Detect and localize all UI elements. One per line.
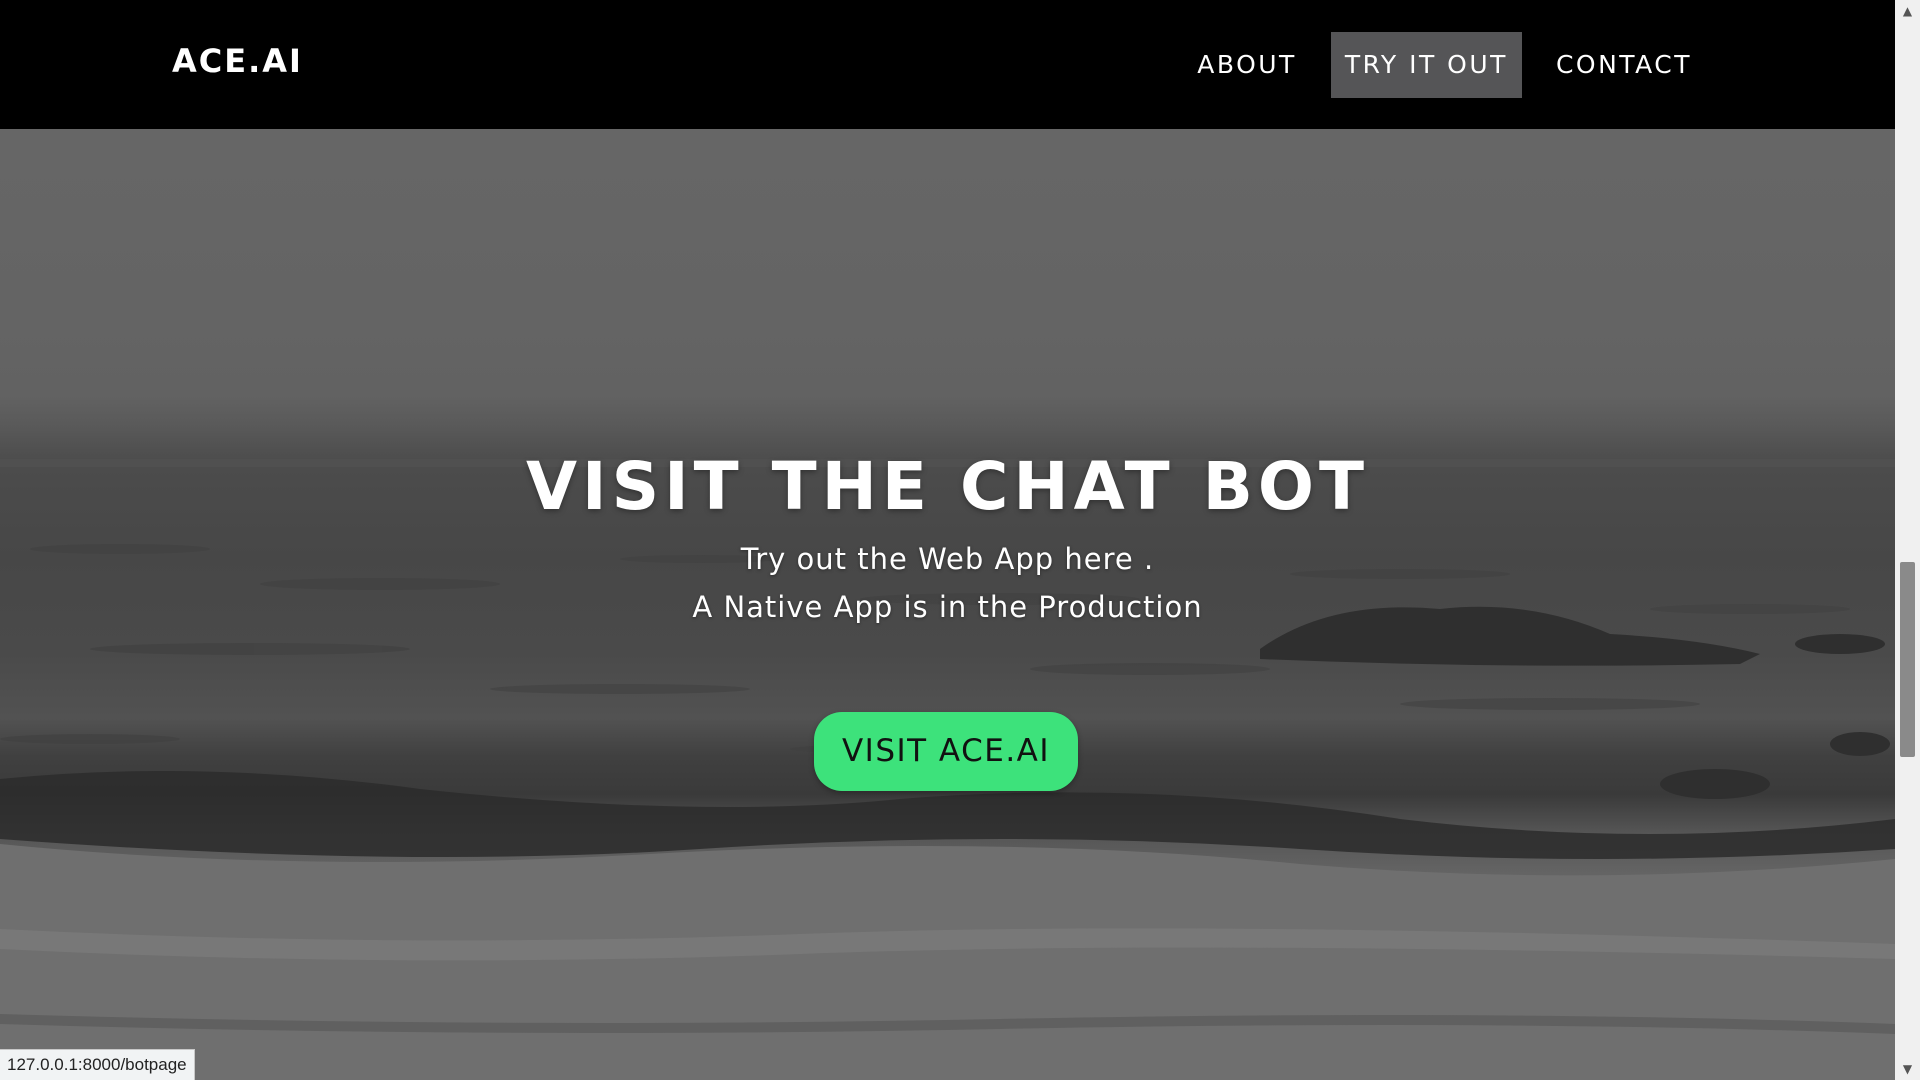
hero-subtitle-line2: A Native App is in the Production xyxy=(692,590,1203,624)
chevron-up-icon[interactable]: ▲ xyxy=(1895,0,1920,22)
nav-link-about[interactable]: ABOUT xyxy=(1183,32,1311,98)
hero-title: VISIT THE CHAT BOT xyxy=(525,448,1370,526)
status-bar-url: 127.0.0.1:8000/botpage xyxy=(0,1049,195,1080)
vertical-scrollbar[interactable]: ▲ ▼ xyxy=(1895,0,1920,1080)
page: ACE.AI ABOUT TRY IT OUT CONTACT VISIT TH… xyxy=(0,0,1920,1080)
nav-link-try-it-out[interactable]: TRY IT OUT xyxy=(1330,32,1522,98)
visit-ace-ai-button[interactable]: VISIT ACE.AI xyxy=(814,712,1078,791)
brand-logo[interactable]: ACE.AI xyxy=(172,42,303,80)
hero-subtitle-line1: Try out the Web App here . xyxy=(740,542,1155,576)
nav-link-contact[interactable]: CONTACT xyxy=(1542,32,1706,98)
scroll-thumb[interactable] xyxy=(1900,562,1915,757)
nav-links: ABOUT TRY IT OUT CONTACT xyxy=(1183,32,1706,98)
hero-section: VISIT THE CHAT BOT Try out the Web App h… xyxy=(0,129,1895,1080)
navbar: ACE.AI ABOUT TRY IT OUT CONTACT xyxy=(0,0,1895,129)
chevron-down-icon[interactable]: ▼ xyxy=(1895,1058,1920,1080)
